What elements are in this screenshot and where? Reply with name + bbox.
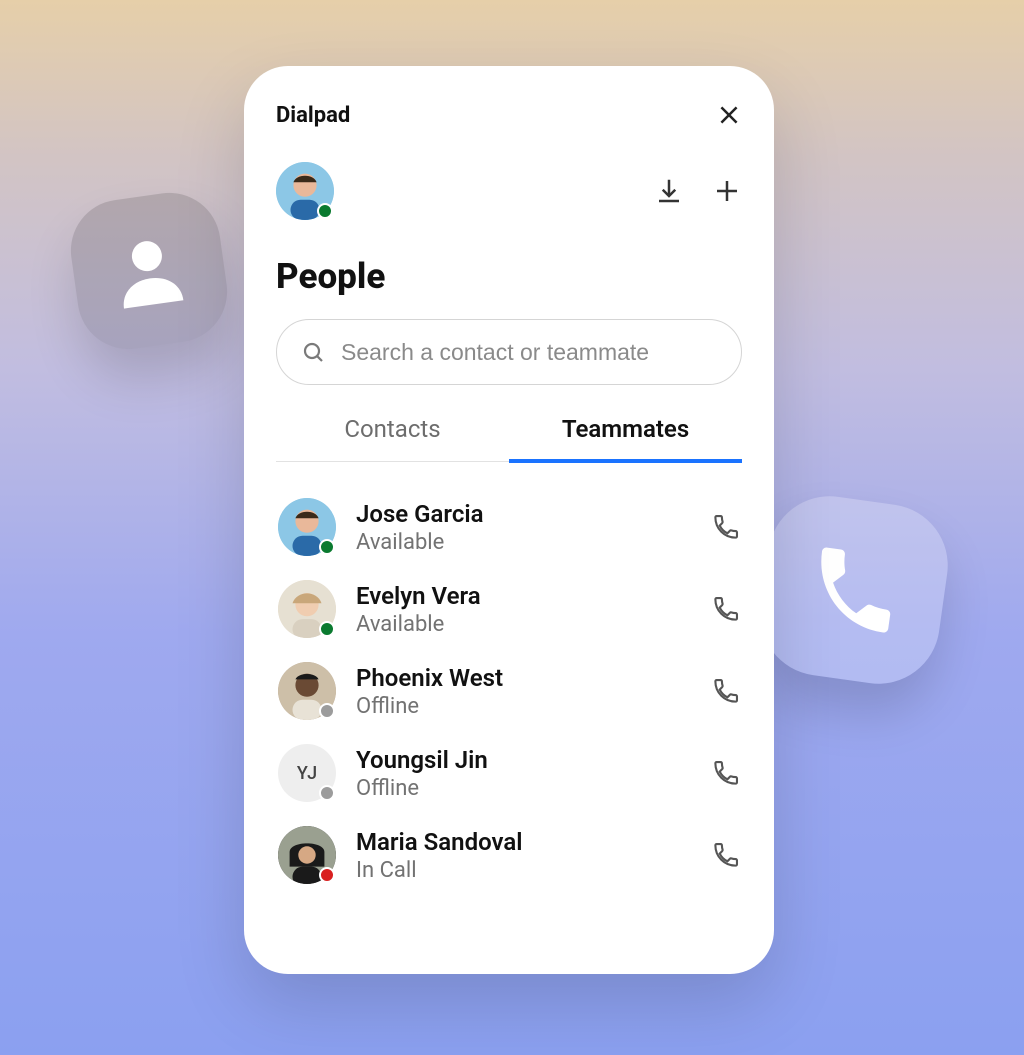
titlebar: Dialpad <box>276 102 742 128</box>
search-icon <box>301 340 325 364</box>
list-item-text: Youngsil Jin Offline <box>356 746 692 801</box>
phone-icon <box>712 759 740 787</box>
call-button[interactable] <box>712 841 740 869</box>
avatar: YJ <box>278 744 336 802</box>
teammate-status: Offline <box>356 694 692 719</box>
decorative-phone-tile <box>752 488 955 691</box>
download-button[interactable] <box>654 176 684 206</box>
list-item-text: Jose Garcia Available <box>356 500 692 555</box>
tabs: Contacts Teammates <box>276 415 742 462</box>
phone-icon <box>712 841 740 869</box>
call-button[interactable] <box>712 513 740 541</box>
download-icon <box>654 176 684 206</box>
teammate-status: Available <box>356 530 692 555</box>
teammate-name: Evelyn Vera <box>356 582 692 610</box>
teammate-status: Offline <box>356 776 692 801</box>
app-title: Dialpad <box>276 103 350 128</box>
list-item[interactable]: Evelyn Vera Available <box>276 568 742 650</box>
close-button[interactable] <box>716 102 742 128</box>
list-item-text: Maria Sandoval In Call <box>356 828 692 883</box>
status-indicator <box>317 203 333 219</box>
status-indicator <box>319 621 335 637</box>
teammate-name: Youngsil Jin <box>356 746 692 774</box>
current-user-avatar[interactable] <box>276 162 334 220</box>
tab-teammates[interactable]: Teammates <box>509 415 742 461</box>
list-item[interactable]: Jose Garcia Available <box>276 486 742 568</box>
search-box[interactable] <box>276 319 742 385</box>
tab-label: Teammates <box>562 415 689 443</box>
close-icon <box>716 102 742 128</box>
list-item[interactable]: Phoenix West Offline <box>276 650 742 732</box>
avatar <box>278 580 336 638</box>
phone-icon <box>798 534 910 646</box>
status-indicator <box>319 867 335 883</box>
person-icon <box>98 220 200 322</box>
search-input[interactable] <box>341 339 717 366</box>
teammate-name: Jose Garcia <box>356 500 692 528</box>
profile-row <box>276 162 742 220</box>
avatar <box>278 826 336 884</box>
list-item-text: Evelyn Vera Available <box>356 582 692 637</box>
list-item[interactable]: YJ Youngsil Jin Offline <box>276 732 742 814</box>
list-item-text: Phoenix West Offline <box>356 664 692 719</box>
phone-icon <box>712 595 740 623</box>
people-panel: Dialpad <box>244 66 774 974</box>
status-indicator <box>319 703 335 719</box>
teammate-status: Available <box>356 612 692 637</box>
phone-icon <box>712 513 740 541</box>
list-item[interactable]: Maria Sandoval In Call <box>276 814 742 896</box>
status-indicator <box>319 785 335 801</box>
call-button[interactable] <box>712 759 740 787</box>
page-title: People <box>276 256 742 297</box>
header-actions <box>654 176 742 206</box>
teammates-list: Jose Garcia Available <box>276 486 742 896</box>
teammate-name: Maria Sandoval <box>356 828 692 856</box>
call-button[interactable] <box>712 677 740 705</box>
plus-icon <box>712 176 742 206</box>
avatar <box>278 662 336 720</box>
tab-contacts[interactable]: Contacts <box>276 415 509 461</box>
phone-icon <box>712 677 740 705</box>
tab-label: Contacts <box>344 415 440 443</box>
add-button[interactable] <box>712 176 742 206</box>
call-button[interactable] <box>712 595 740 623</box>
status-indicator <box>319 539 335 555</box>
teammate-status: In Call <box>356 858 692 883</box>
decorative-person-tile <box>64 186 233 355</box>
avatar <box>278 498 336 556</box>
teammate-name: Phoenix West <box>356 664 692 692</box>
